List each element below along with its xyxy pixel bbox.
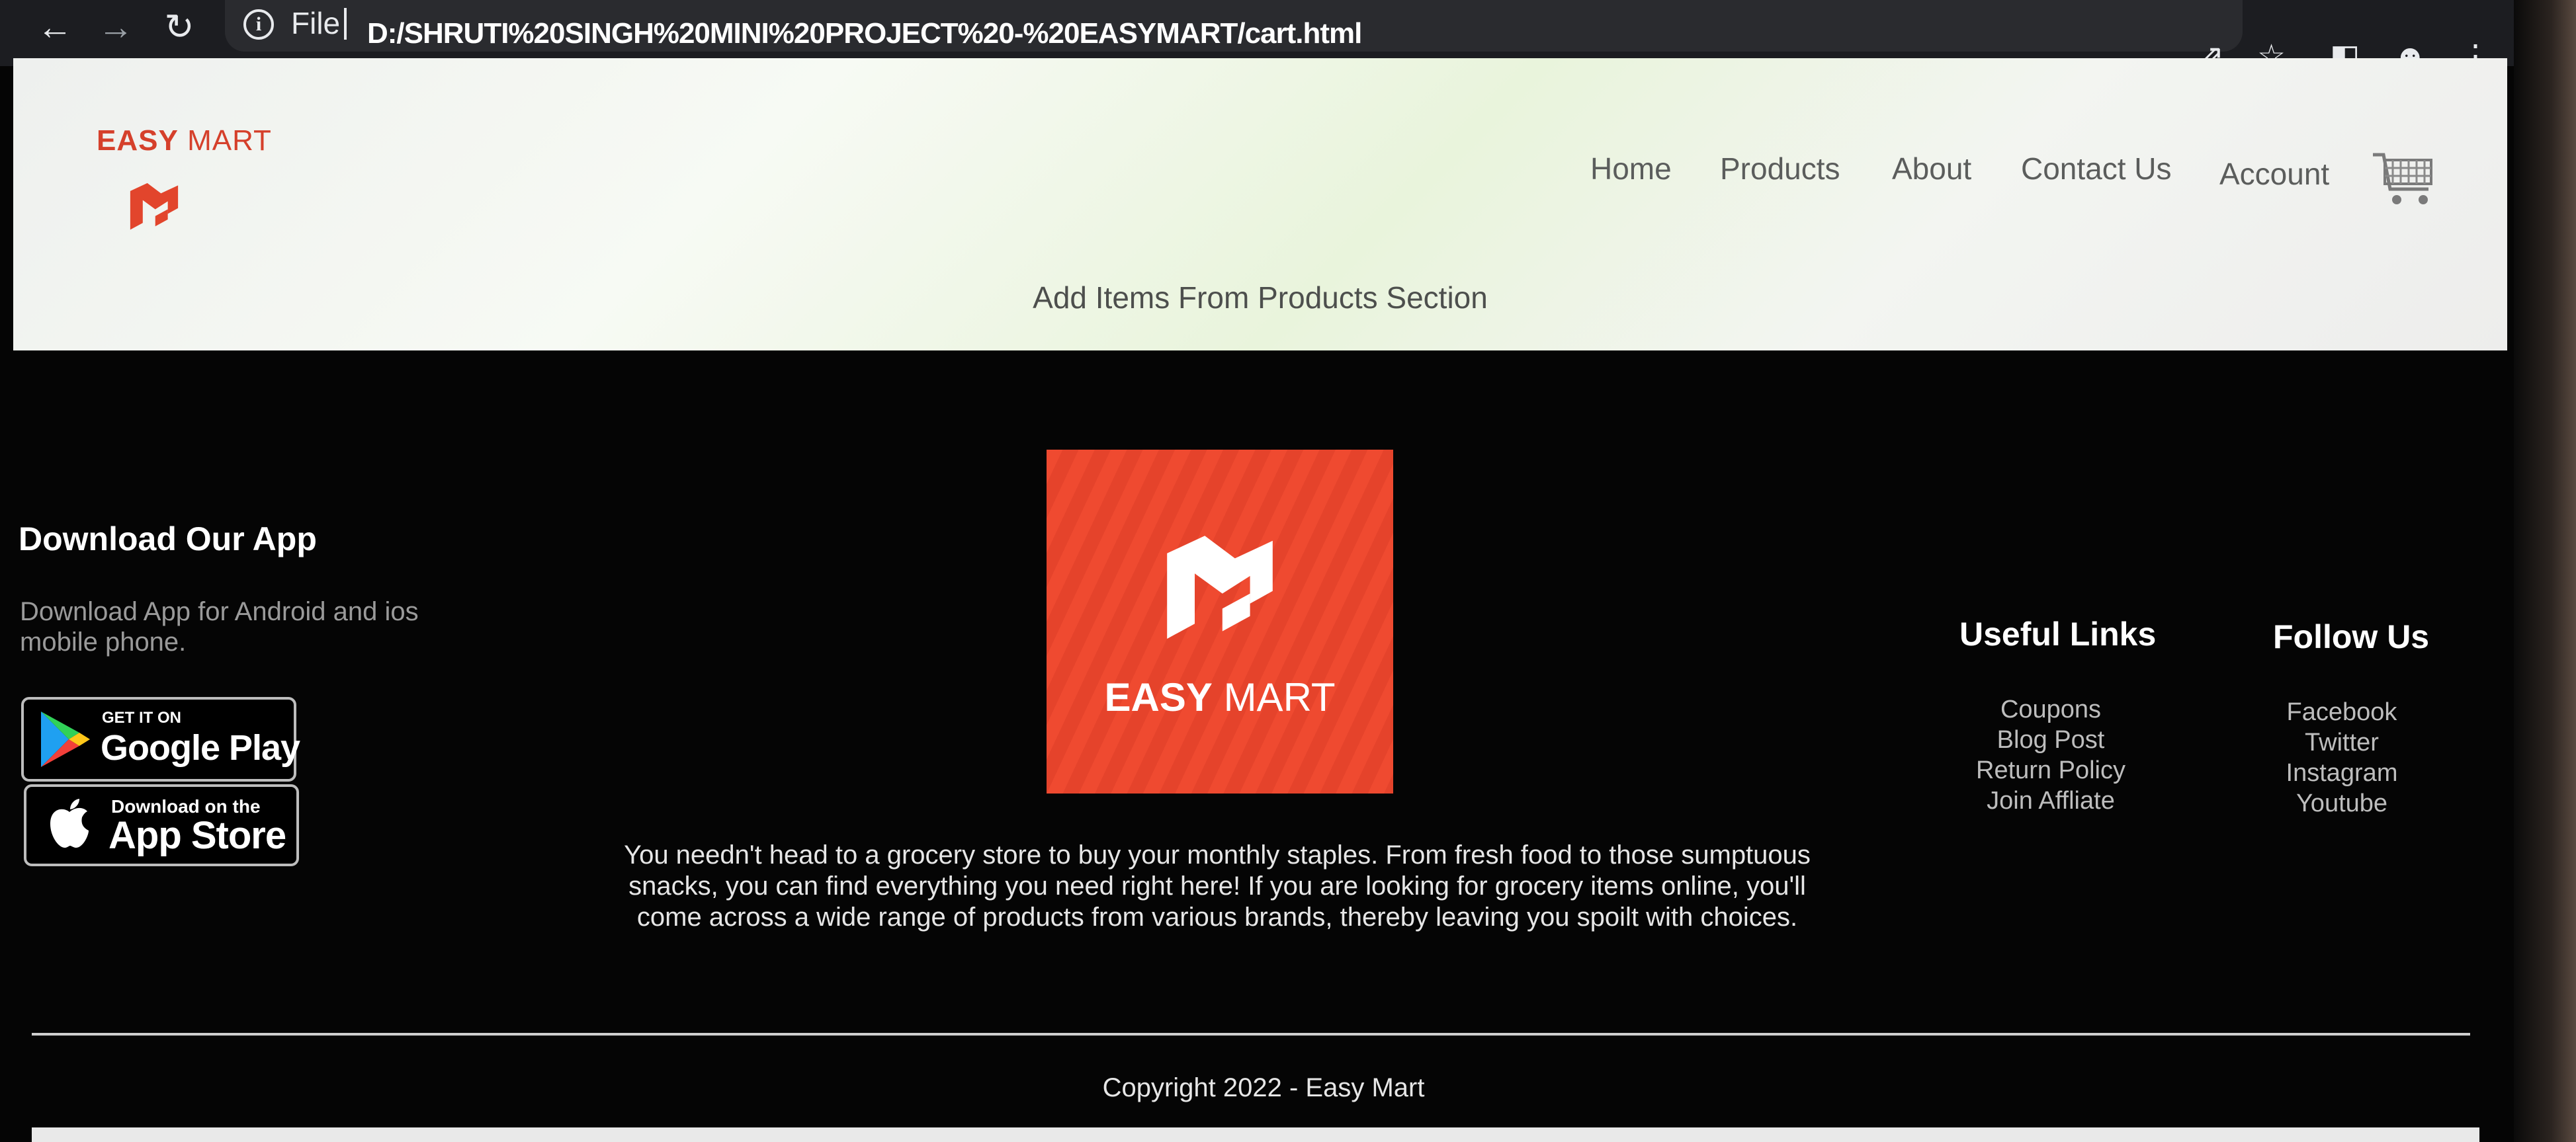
nav-account[interactable]: Account xyxy=(2219,156,2329,192)
follow-us-list: Facebook Twitter Instagram Youtube xyxy=(2249,697,2434,819)
footer: Download Our App Download App for Androi… xyxy=(0,350,2576,1142)
easymart-logo-icon xyxy=(1167,536,1273,639)
address-separator xyxy=(344,8,347,40)
footer-logo-bold: EASY xyxy=(1104,675,1213,719)
google-play-badge[interactable]: GET IT ON Google Play xyxy=(21,697,300,782)
site-header: EASY MART Home Products About Contact Us… xyxy=(13,58,2507,350)
link-twitter[interactable]: Twitter xyxy=(2249,727,2434,758)
app-store-badge[interactable]: Download on the App Store xyxy=(24,784,299,866)
footer-logo-light: MART xyxy=(1223,675,1336,719)
arrow-left-icon[interactable]: ← xyxy=(32,4,78,50)
logo-text: EASY MART xyxy=(97,124,272,157)
nav-products[interactable]: Products xyxy=(1720,151,1840,186)
download-app-text: Download App for Android and ios mobile … xyxy=(20,597,419,657)
link-coupons[interactable]: Coupons xyxy=(1945,694,2157,725)
scheme-label: File xyxy=(291,6,341,40)
logo-bold: EASY xyxy=(97,124,179,157)
arrow-right-icon[interactable]: → xyxy=(93,4,139,50)
download-app-title: Download Our App xyxy=(19,520,317,557)
nav-contact-us[interactable]: Contact Us xyxy=(2021,151,2172,186)
google-play-small: GET IT ON xyxy=(102,709,181,727)
useful-links-list: Coupons Blog Post Return Policy Join Aff… xyxy=(1945,694,2157,816)
useful-links-title: Useful Links xyxy=(1959,616,2157,653)
nav-home[interactable]: Home xyxy=(1590,151,1672,186)
screen-bezel xyxy=(2514,0,2576,1142)
address-bar[interactable]: i File D:/SHRUTI%20SINGH%20MINI%20PROJEC… xyxy=(225,0,2243,52)
apple-icon xyxy=(50,799,89,848)
url-text[interactable]: D:/SHRUTI%20SINGH%20MINI%20PROJECT%20-%2… xyxy=(367,17,1362,50)
about-text: You needn't head to a grocery store to b… xyxy=(624,840,1811,932)
cart-icon[interactable] xyxy=(2372,151,2438,210)
nav-about[interactable]: About xyxy=(1892,151,1971,186)
link-join-affiliate[interactable]: Join Affliate xyxy=(1945,786,2157,816)
google-play-big: Google Play xyxy=(101,728,300,768)
follow-us-title: Follow Us xyxy=(2273,618,2430,655)
reload-icon[interactable]: ↻ xyxy=(156,4,202,50)
page-bottom-edge xyxy=(32,1127,2479,1142)
easymart-logo-icon xyxy=(130,183,179,230)
footer-logo: EASY MART xyxy=(1047,450,1393,794)
browser-toolbar: ← → ↻ i File D:/SHRUTI%20SINGH%20MINI%20… xyxy=(0,0,2576,74)
footer-logo-text: EASY MART xyxy=(1047,674,1393,720)
footer-divider xyxy=(32,1033,2470,1036)
copyright-text: Copyright 2022 - Easy Mart xyxy=(1102,1073,1425,1102)
link-blog-post[interactable]: Blog Post xyxy=(1945,725,2157,755)
link-youtube[interactable]: Youtube xyxy=(2249,788,2434,819)
cart-empty-message: Add Items From Products Section xyxy=(1033,280,1488,315)
link-instagram[interactable]: Instagram xyxy=(2249,758,2434,788)
info-icon[interactable]: i xyxy=(243,9,274,40)
app-store-big: App Store xyxy=(108,814,286,857)
google-play-icon xyxy=(41,712,90,767)
logo-light: MART xyxy=(187,124,272,157)
link-return-policy[interactable]: Return Policy xyxy=(1945,755,2157,786)
link-facebook[interactable]: Facebook xyxy=(2249,697,2434,727)
